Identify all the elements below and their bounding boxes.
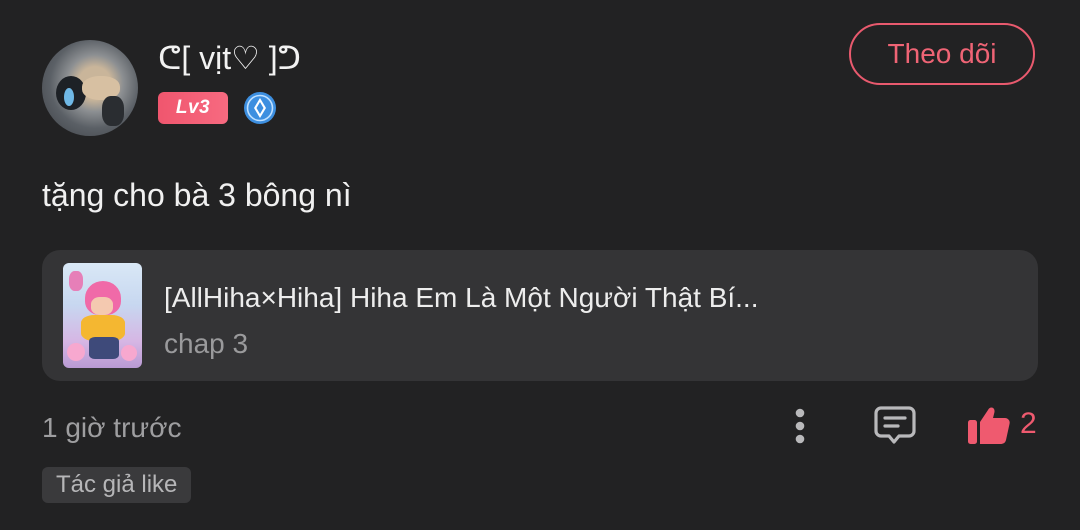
manga-cover: [63, 263, 142, 368]
like-button[interactable]: 2: [966, 402, 1037, 446]
like-count: 2: [1020, 407, 1037, 440]
follow-button[interactable]: Theo dõi: [849, 23, 1035, 85]
username[interactable]: ᕦ[ vịt♡ ]ᕤ: [158, 36, 301, 80]
comment-timestamp: 1 giờ trước: [42, 412, 182, 443]
more-vertical-icon[interactable]: [786, 405, 814, 447]
author-like-badge: Tác giả like: [42, 467, 192, 503]
manga-card[interactable]: [AllHiha×Hiha] Hiha Em Là Một Người Thật…: [42, 250, 1038, 381]
comment-icon[interactable]: [873, 403, 917, 447]
manga-chapter: chap 3: [164, 328, 249, 359]
comment-text: tặng cho bà 3 bông nì: [42, 177, 352, 213]
rank-badge-icon: [244, 92, 276, 124]
thumbs-up-icon: [968, 407, 1010, 444]
user-badges: Lv3: [158, 90, 278, 126]
manga-title: [AllHiha×Hiha] Hiha Em Là Một Người Thật…: [164, 282, 759, 313]
avatar[interactable]: [42, 40, 138, 136]
level-badge: Lv3: [158, 92, 228, 124]
